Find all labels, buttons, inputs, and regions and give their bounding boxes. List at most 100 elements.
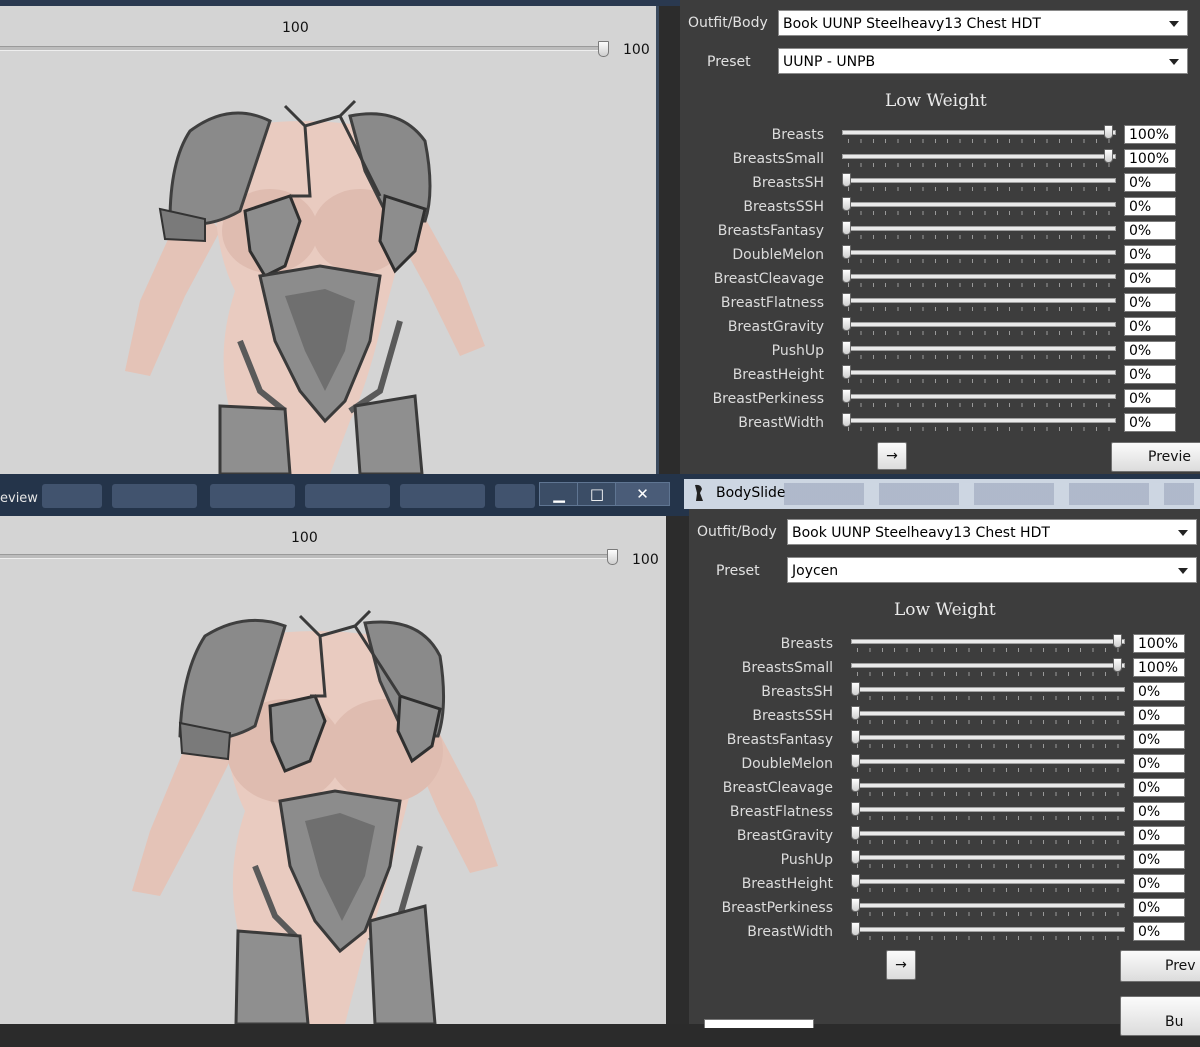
slider-thumb[interactable] (851, 778, 860, 792)
slider-track[interactable] (851, 927, 1125, 932)
minimize-button[interactable]: ▁ (539, 482, 579, 506)
preview-weight-slider-thumb[interactable] (607, 549, 618, 565)
slider-thumb[interactable] (851, 730, 860, 744)
slider-value-field[interactable]: 0% (1124, 293, 1176, 312)
slider-value-field[interactable]: 0% (1133, 706, 1185, 725)
slider-value-field[interactable]: 100% (1133, 634, 1185, 653)
slider-track[interactable] (842, 418, 1116, 423)
slider-track[interactable] (842, 322, 1116, 327)
taskbar-item[interactable] (495, 484, 535, 508)
slider-thumb[interactable] (842, 269, 851, 283)
preview-weight-slider[interactable] (0, 554, 614, 559)
slider-track[interactable] (842, 178, 1116, 183)
slider-thumb[interactable] (851, 682, 860, 696)
slider-value-field[interactable]: 0% (1124, 197, 1176, 216)
slider-thumb[interactable] (851, 826, 860, 840)
slider-track[interactable] (851, 711, 1125, 716)
slider-value-field[interactable]: 0% (1124, 173, 1176, 192)
slider-value-field[interactable]: 0% (1133, 874, 1185, 893)
slider-value-field[interactable]: 100% (1124, 125, 1176, 144)
slider-value-field[interactable]: 0% (1133, 850, 1185, 869)
outfit-dropdown[interactable]: Book UUNP Steelheavy13 Chest HDT (787, 519, 1197, 545)
taskbar-item[interactable] (400, 484, 485, 508)
preview-weight-slider[interactable] (0, 46, 604, 51)
slider-value-field[interactable]: 0% (1124, 245, 1176, 264)
slider-thumb[interactable] (851, 850, 860, 864)
slider-thumb[interactable] (1113, 634, 1122, 648)
slider-thumb[interactable] (851, 754, 860, 768)
slider-track[interactable] (851, 663, 1125, 668)
slider-thumb[interactable] (842, 221, 851, 235)
slider-thumb[interactable] (842, 317, 851, 331)
slider-track[interactable] (851, 807, 1125, 812)
slider-value-field[interactable]: 0% (1124, 221, 1176, 240)
slider-track[interactable] (851, 735, 1125, 740)
slider-track[interactable] (842, 298, 1116, 303)
slider-track[interactable] (842, 346, 1116, 351)
slider-value-field[interactable]: 100% (1124, 149, 1176, 168)
slider-value-field[interactable]: 0% (1124, 413, 1176, 432)
slider-thumb[interactable] (842, 173, 851, 187)
slider-track[interactable] (851, 759, 1125, 764)
slider-value-field[interactable]: 0% (1124, 317, 1176, 336)
slider-thumb[interactable] (842, 293, 851, 307)
slider-track[interactable] (851, 855, 1125, 860)
slider-value-field[interactable]: 0% (1124, 269, 1176, 288)
slider-track[interactable] (851, 639, 1125, 644)
preset-dropdown[interactable]: UUNP - UNPB (778, 48, 1188, 74)
slider-value-field[interactable]: 0% (1133, 730, 1185, 749)
slider-track[interactable] (842, 274, 1116, 279)
taskbar-item[interactable] (210, 484, 295, 508)
outfit-dropdown[interactable]: Book UUNP Steelheavy13 Chest HDT (778, 10, 1188, 36)
slider-track[interactable] (842, 130, 1116, 135)
taskbar-item[interactable] (305, 484, 390, 508)
slider-thumb[interactable] (851, 898, 860, 912)
slider-track[interactable] (851, 903, 1125, 908)
slider-thumb[interactable] (842, 389, 851, 403)
slider-track[interactable] (842, 202, 1116, 207)
slider-track[interactable] (851, 879, 1125, 884)
slider-thumb[interactable] (1104, 149, 1113, 163)
slider-track[interactable] (851, 783, 1125, 788)
slider-thumb[interactable] (851, 802, 860, 816)
slider-thumb[interactable] (851, 922, 860, 936)
slider-thumb[interactable] (851, 706, 860, 720)
slider-value-field[interactable]: 100% (1133, 658, 1185, 677)
maximize-button[interactable]: □ (577, 482, 617, 506)
slider-value-field[interactable]: 0% (1133, 898, 1185, 917)
slider-value-field[interactable]: 0% (1133, 682, 1185, 701)
slider-thumb[interactable] (842, 341, 851, 355)
slider-value-field[interactable]: 0% (1133, 826, 1185, 845)
preset-dropdown[interactable]: Joycen (787, 557, 1197, 583)
arrow-button[interactable]: → (877, 442, 907, 470)
slider-track[interactable] (851, 831, 1125, 836)
slider-thumb[interactable] (851, 874, 860, 888)
slider-track[interactable] (842, 370, 1116, 375)
close-button[interactable]: ✕ (615, 482, 670, 506)
slider-value-field[interactable]: 0% (1124, 389, 1176, 408)
preview-weight-slider-thumb[interactable] (598, 41, 609, 57)
slider-value-field[interactable]: 0% (1124, 341, 1176, 360)
slider-thumb[interactable] (1104, 125, 1113, 139)
slider-track[interactable] (842, 250, 1116, 255)
slider-thumb[interactable] (1113, 658, 1122, 672)
slider-value-field[interactable]: 0% (1133, 922, 1185, 941)
arrow-button[interactable]: → (886, 950, 916, 980)
slider-track[interactable] (851, 687, 1125, 692)
slider-thumb[interactable] (842, 365, 851, 379)
taskbar-item[interactable] (42, 484, 102, 508)
slider-value-field[interactable]: 0% (1124, 365, 1176, 384)
slider-value-field[interactable]: 0% (1133, 754, 1185, 773)
slider-thumb[interactable] (842, 197, 851, 211)
preview-button[interactable]: Previe (1111, 442, 1200, 472)
slider-track[interactable] (842, 226, 1116, 231)
slider-track[interactable] (842, 154, 1116, 159)
slider-value-field[interactable]: 0% (1133, 802, 1185, 821)
slider-thumb[interactable] (842, 413, 851, 427)
slider-track[interactable] (842, 394, 1116, 399)
slider-value-field[interactable]: 0% (1133, 778, 1185, 797)
build-button[interactable]: Bu (1120, 996, 1200, 1036)
preview-button[interactable]: Prev (1120, 950, 1200, 982)
taskbar-item[interactable] (112, 484, 197, 508)
slider-thumb[interactable] (842, 245, 851, 259)
